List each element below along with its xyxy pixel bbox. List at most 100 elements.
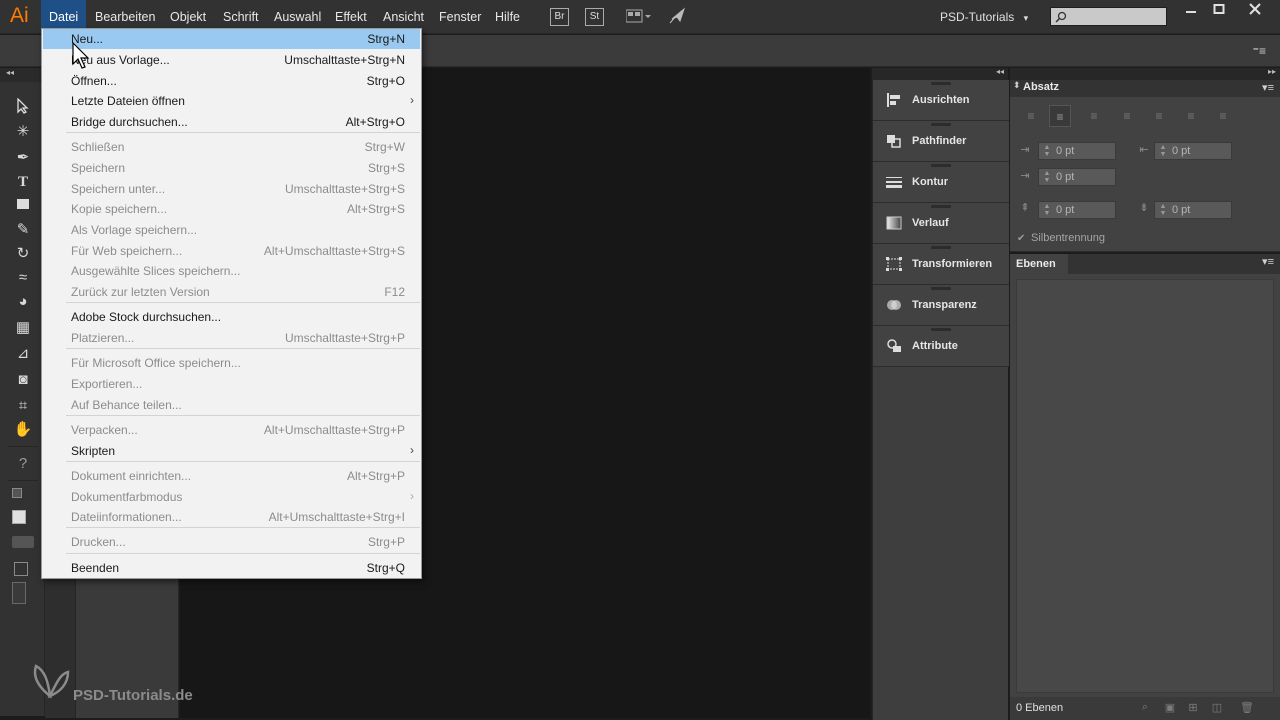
stepper-icon[interactable]: ▲ ▼ (1041, 144, 1053, 158)
dock-item-attribute[interactable]: Attribute (873, 326, 1009, 367)
menu-item-für-microsoft-office-speichern[interactable]: Für Microsoft Office speichern... (43, 353, 420, 373)
rotate-tool-icon[interactable]: ↻ (12, 244, 34, 264)
magic-wand-icon[interactable]: ✳ (12, 122, 34, 142)
menu-item-beenden[interactable]: Beenden Strg+Q (43, 558, 420, 578)
perspective-grid-icon[interactable]: ▦ (12, 318, 34, 338)
absatz-panel-header[interactable]: ▸▸ (1010, 67, 1280, 80)
menu-item-öffnen[interactable]: Öffnen... Strg+O (43, 71, 420, 91)
menu-item-für-web-speichern[interactable]: Für Web speichern... Alt+Umschalttaste+St… (43, 241, 420, 261)
menu-item-dokumentfarbmodus[interactable]: Dokumentfarbmodus › (43, 487, 420, 507)
arrange-documents-icon[interactable] (625, 9, 652, 25)
gpu-rocket-icon[interactable] (668, 7, 686, 25)
stock-button[interactable]: St (585, 8, 604, 26)
menu-fenster[interactable]: Fenster (431, 0, 489, 34)
expand-toggle-icon[interactable]: ⬍ (1013, 80, 1021, 91)
dock-item-verlauf[interactable]: Verlauf (873, 203, 1009, 244)
hyphenation-checkbox[interactable]: ✔ Silbentrennung (1017, 232, 1105, 244)
ebenen-tab[interactable]: Ebenen (1010, 254, 1068, 274)
workspace-switcher[interactable]: PSD-Tutorials ▾ (940, 0, 1028, 34)
menu-item-bridge-durchsuchen[interactable]: Bridge durchsuchen... Alt+Strg+O (43, 112, 420, 132)
justify-last-right-icon[interactable]: ≡ (1180, 105, 1202, 127)
justify-all-icon[interactable]: ≡ (1212, 105, 1234, 127)
menu-item-exportieren[interactable]: Exportieren... (43, 374, 420, 394)
bridge-button[interactable]: Br (550, 8, 569, 26)
grip-handle[interactable] (931, 82, 951, 85)
menu-item-neu-aus-vorlage[interactable]: Neu aus Vorlage... Umschalttaste+Strg+N (43, 50, 420, 70)
menu-item-speichern[interactable]: Speichern Strg+S (43, 158, 420, 178)
selection-tool-icon[interactable] (12, 97, 34, 118)
space-before-field[interactable]: ▲ ▼ 0 pt (1038, 201, 1116, 219)
shape-builder-icon[interactable]: ◕ (12, 292, 34, 312)
pen-tool-icon[interactable]: ✒ (12, 148, 34, 168)
menu-item-drucken[interactable]: Drucken... Strg+P (43, 532, 420, 552)
stroke-swatch-icon[interactable] (12, 510, 26, 524)
menu-item-zurück-zur-letzten-version[interactable]: Zurück zur letzten Version F12 (43, 282, 420, 302)
grip-handle[interactable] (931, 123, 951, 126)
align-center-icon[interactable]: ≡ (1049, 105, 1071, 127)
menu-item-kopie-speichern[interactable]: Kopie speichern... Alt+Strg+S (43, 199, 420, 219)
justify-last-left-icon[interactable]: ≡ (1116, 105, 1138, 127)
first-line-indent-field[interactable]: ▲ ▼ 0 pt (1038, 168, 1116, 186)
menu-item-als-vorlage-speichern[interactable]: Als Vorlage speichern... (43, 220, 420, 240)
indent-right-field[interactable]: ▲ ▼ 0 pt (1154, 142, 1232, 160)
type-tool-icon[interactable]: T (12, 172, 34, 192)
new-layer-icon[interactable]: ◫ (1209, 701, 1225, 715)
stepper-icon[interactable]: ▲ ▼ (1157, 144, 1169, 158)
grip-handle[interactable] (931, 328, 951, 331)
space-after-field[interactable]: ▲ ▼ 0 pt (1154, 201, 1232, 219)
menu-hilfe[interactable]: Hilfe (487, 0, 528, 34)
menu-item-neu[interactable]: Neu... Strg+N (43, 29, 420, 49)
stepper-icon[interactable]: ▲ ▼ (1041, 170, 1053, 184)
locate-object-icon[interactable]: ⌕ (1137, 701, 1153, 715)
menu-item-letzte-dateien-öffnen[interactable]: Letzte Dateien öffnen › (43, 91, 420, 111)
hand-tool-icon[interactable]: ✋ (12, 420, 34, 440)
justify-last-center-icon[interactable]: ≡ (1148, 105, 1170, 127)
help-icon[interactable]: ? (12, 454, 34, 474)
minimize-icon[interactable] (1176, 0, 1206, 22)
artboard-tool-icon[interactable]: ⌗ (12, 396, 34, 416)
rectangle-tool-icon[interactable] (12, 196, 34, 216)
layers-list[interactable] (1016, 279, 1274, 693)
eyedropper-icon[interactable]: ⊿ (12, 344, 34, 364)
grip-handle[interactable] (931, 246, 951, 249)
dock-item-pathfinder[interactable]: Pathfinder (873, 121, 1009, 162)
align-right-icon[interactable]: ≡ (1083, 105, 1105, 127)
grip-handle[interactable] (931, 287, 951, 290)
menu-item-platzieren[interactable]: Platzieren... Umschalttaste+Strg+P (43, 328, 420, 348)
maximize-icon[interactable] (1204, 0, 1234, 22)
screen-mode-icon[interactable] (12, 582, 26, 604)
menu-item-skripten[interactable]: Skripten › (43, 441, 420, 461)
dock-item-transparenz[interactable]: Transparenz (873, 285, 1009, 326)
close-icon[interactable] (1240, 0, 1270, 22)
draw-mode-icon[interactable] (14, 562, 28, 576)
dock-header[interactable]: ◂◂ (872, 67, 1008, 80)
stepper-icon[interactable]: ▲ ▼ (1041, 203, 1053, 217)
menu-item-dateiinformationen[interactable]: Dateiinformationen... Alt+Umschalttaste+S… (43, 507, 420, 527)
menu-item-auf-behance-teilen[interactable]: Auf Behance teilen... (43, 395, 420, 415)
menu-item-speichern-unter[interactable]: Speichern unter... Umschalttaste+Strg+S (43, 179, 420, 199)
tools-panel-header[interactable]: ◂◂ (0, 68, 45, 82)
grip-handle[interactable] (931, 205, 951, 208)
pencil-tool-icon[interactable]: ✎ (12, 220, 34, 240)
dock-item-kontur[interactable]: Kontur (873, 162, 1009, 203)
control-bar-menu-icon[interactable]: ⁼≡ (1253, 44, 1266, 58)
menu-item-verpacken[interactable]: Verpacken... Alt+Umschalttaste+Strg+P (43, 420, 420, 440)
absatz-tab[interactable]: ⬍ Absatz ▾≡ (1010, 80, 1280, 97)
menu-item-dokument-einrichten[interactable]: Dokument einrichten... Alt+Strg+P (43, 466, 420, 486)
symbol-sprayer-icon[interactable]: ◙ (12, 370, 34, 390)
stepper-icon[interactable]: ▲ ▼ (1157, 203, 1169, 217)
new-sublayer-icon[interactable]: ⊞ (1185, 701, 1201, 715)
clipping-mask-icon[interactable]: ▣ (1162, 701, 1178, 715)
fill-swatch-icon[interactable] (12, 488, 22, 498)
menu-item-schließen[interactable]: Schließen Strg+W (43, 137, 420, 157)
color-mode-icon[interactable] (12, 536, 34, 548)
panel-menu-icon[interactable]: ▾≡ (1262, 81, 1274, 94)
align-left-icon[interactable]: ≡ (1020, 105, 1042, 127)
panel-menu-icon[interactable]: ▾≡ (1262, 255, 1274, 268)
dock-item-transformieren[interactable]: Transformieren (873, 244, 1009, 285)
indent-left-field[interactable]: ▲ ▼ 0 pt (1038, 142, 1116, 160)
width-tool-icon[interactable]: ≈ (12, 268, 34, 288)
trash-icon[interactable]: 🗑 (1239, 701, 1255, 715)
dock-item-ausrichten[interactable]: Ausrichten (873, 80, 1009, 121)
menu-item-ausgewählte-slices-speichern[interactable]: Ausgewählte Slices speichern... (43, 261, 420, 281)
